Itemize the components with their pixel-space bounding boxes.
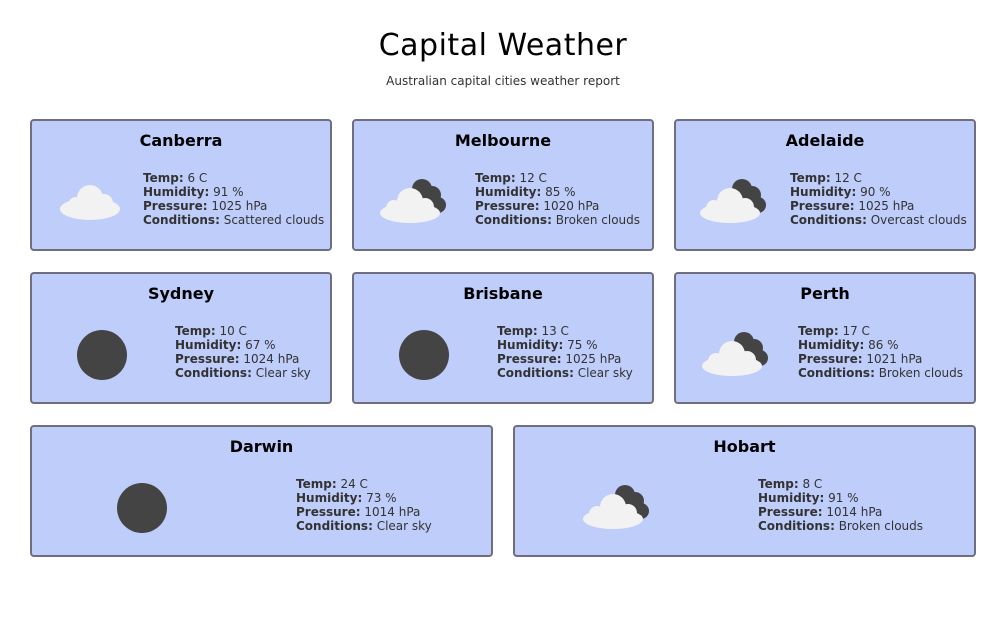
humidity-value: 86 % (868, 338, 899, 352)
city-name: Brisbane (463, 284, 543, 303)
broken-clouds-icon (583, 485, 649, 529)
pressure-value: 1021 hPa (866, 352, 923, 366)
humidity-value: 73 % (366, 491, 397, 505)
city-name: Melbourne (454, 131, 552, 150)
weather-details: Temp: 10 C Humidity: 67 % Pressure: 1024… (175, 324, 311, 380)
temp-value: 6 C (187, 171, 208, 185)
city-name: Darwin (229, 437, 294, 456)
weather-card-melbourne: Melbourne Temp: 12 C Humidity: 85 % Pres… (352, 119, 654, 251)
pressure-value: 1014 hPa (826, 505, 883, 519)
weather-details: Temp: 13 C Humidity: 75 % Pressure: 1025… (497, 324, 633, 380)
temp-value: 17 C (842, 324, 870, 338)
temp-value: 8 C (802, 477, 823, 491)
humidity-value: 67 % (245, 338, 276, 352)
conditions-value: Clear sky (376, 519, 432, 533)
scattered-clouds-icon (60, 185, 120, 220)
conditions-value: Overcast clouds (870, 213, 967, 227)
clear-sky-icon (399, 330, 449, 380)
weather-card-sydney: Sydney Temp: 10 C Humidity: 67 % Pressur… (30, 272, 332, 404)
broken-clouds-icon (700, 179, 766, 223)
conditions-value: Broken clouds (878, 366, 964, 380)
broken-clouds-icon (702, 332, 768, 376)
pressure-value: 1020 hPa (543, 199, 600, 213)
humidity-value: 75 % (567, 338, 598, 352)
weather-details: Temp: 24 C Humidity: 73 % Pressure: 1014… (296, 477, 432, 533)
pressure-value: 1014 hPa (364, 505, 421, 519)
conditions-value: Clear sky (255, 366, 311, 380)
pressure-value: 1024 hPa (243, 352, 300, 366)
humidity-value: 91 % (213, 185, 244, 199)
conditions-value: Broken clouds (838, 519, 924, 533)
humidity-value: 91 % (828, 491, 859, 505)
weather-card-brisbane: Brisbane Temp: 13 C Humidity: 75 % Press… (352, 272, 654, 404)
city-name: Adelaide (785, 131, 865, 150)
temp-value: 12 C (834, 171, 862, 185)
weather-details: Temp: 8 C Humidity: 91 % Pressure: 1014 … (758, 477, 924, 533)
weather-details: Temp: 12 C Humidity: 90 % Pressure: 1025… (790, 171, 967, 227)
page-title: Capital Weather (378, 28, 628, 63)
weather-card-adelaide: Adelaide Temp: 12 C Humidity: 90 % Press… (674, 119, 976, 251)
humidity-value: 90 % (860, 185, 891, 199)
temp-value: 10 C (219, 324, 247, 338)
city-name: Sydney (147, 284, 215, 303)
weather-card-hobart: Hobart Temp: 8 C Humidity: 91 % Pressure… (513, 425, 976, 557)
city-name: Perth (800, 284, 850, 303)
humidity-value: 85 % (545, 185, 576, 199)
pressure-value: 1025 hPa (565, 352, 622, 366)
city-name: Canberra (139, 131, 223, 150)
clear-sky-icon (77, 330, 127, 380)
weather-details: Temp: 12 C Humidity: 85 % Pressure: 1020… (475, 171, 641, 227)
broken-clouds-icon (380, 179, 446, 223)
pressure-value: 1025 hPa (211, 199, 268, 213)
temp-value: 13 C (541, 324, 569, 338)
conditions-value: Clear sky (577, 366, 633, 380)
page-subtitle: Australian capital cities weather report (386, 74, 620, 88)
conditions-value: Broken clouds (555, 213, 641, 227)
weather-card-canberra: Canberra Temp: 6 C Humidity: 91 % Pressu… (30, 119, 332, 251)
weather-details: Temp: 6 C Humidity: 91 % Pressure: 1025 … (143, 171, 325, 227)
clear-sky-icon (117, 483, 167, 533)
city-name: Hobart (713, 437, 776, 456)
weather-card-perth: Perth Temp: 17 C Humidity: 86 % Pressure… (674, 272, 976, 404)
pressure-value: 1025 hPa (858, 199, 915, 213)
weather-card-darwin: Darwin Temp: 24 C Humidity: 73 % Pressur… (30, 425, 493, 557)
conditions-value: Scattered clouds (223, 213, 325, 227)
weather-details: Temp: 17 C Humidity: 86 % Pressure: 1021… (798, 324, 964, 380)
temp-value: 24 C (340, 477, 368, 491)
temp-value: 12 C (519, 171, 547, 185)
